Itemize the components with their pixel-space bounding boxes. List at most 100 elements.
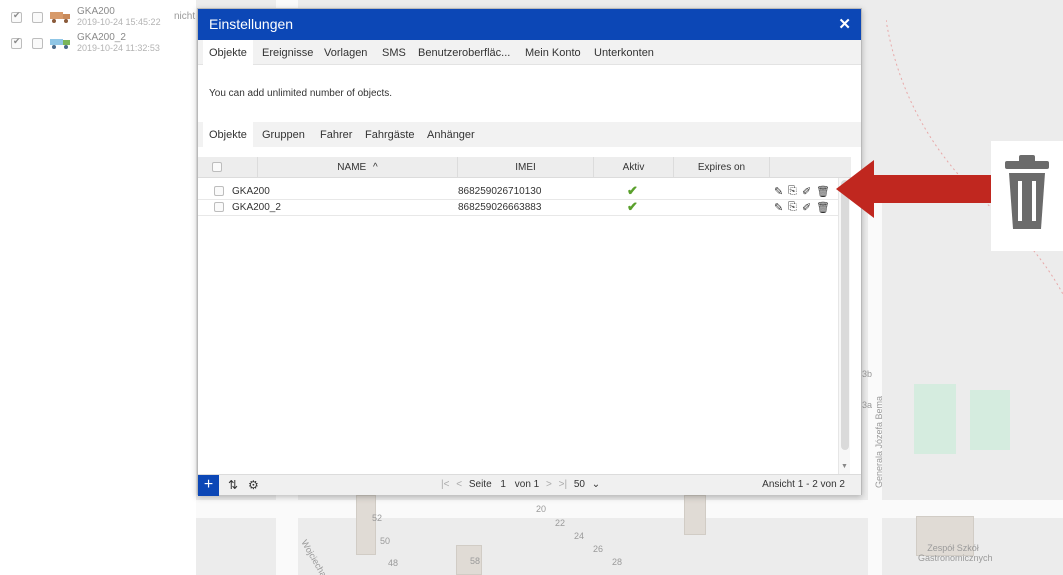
object-list-item[interactable]: GKA200 2019-10-24 15:45:22 <box>0 6 196 32</box>
last-page-icon[interactable]: >| <box>559 479 567 490</box>
scrollbar-thumb[interactable] <box>841 180 849 450</box>
tab-unterkonten[interactable]: Unterkonten <box>594 47 654 59</box>
select-checkbox[interactable] <box>32 12 43 23</box>
subtab-objekte[interactable]: Objekte <box>203 122 253 148</box>
duplicate-icon[interactable]: ⎘ <box>788 185 797 198</box>
main-tabs: Objekte Ereignisse Vorlagen SMS Benutzer… <box>198 40 861 66</box>
clear-icon[interactable]: ✐ <box>802 201 811 214</box>
map-house-number: 3a <box>862 400 873 410</box>
settings-dialog: Einstellungen ✕ Objekte Ereignisse Vorla… <box>197 8 862 496</box>
truck-icon <box>50 39 70 49</box>
subtab-anhaenger[interactable]: Anhänger <box>427 129 475 141</box>
tab-vorlagen[interactable]: Vorlagen <box>324 47 367 59</box>
map-house-number: 26 <box>593 544 604 554</box>
dialog-header[interactable]: Einstellungen ✕ <box>198 9 861 40</box>
row-name: GKA200 <box>232 186 270 197</box>
prev-page-icon[interactable]: < <box>456 479 462 490</box>
view-range-text: Ansicht 1 - 2 von 2 <box>762 479 845 490</box>
map-building <box>684 495 706 535</box>
column-header-aktiv[interactable]: Aktiv <box>594 157 674 178</box>
active-check-icon: ✔ <box>627 199 638 214</box>
map-house-number: 3b <box>862 369 873 379</box>
edit-icon[interactable]: ✎ <box>774 201 783 214</box>
row-checkbox[interactable] <box>214 202 224 212</box>
tab-ereignisse[interactable]: Ereignisse <box>262 47 313 59</box>
header-select-cell <box>198 157 258 178</box>
map-house-number: 22 <box>555 518 566 528</box>
next-page-icon[interactable]: > <box>546 479 552 490</box>
close-icon[interactable]: ✕ <box>838 15 851 33</box>
map-house-number: 50 <box>380 536 391 546</box>
annotation-arrow-icon <box>836 160 994 218</box>
map-house-number: 24 <box>574 531 585 541</box>
row-checkbox[interactable] <box>214 186 224 196</box>
dialog-footer: + ⇅ ⚙ |< < Seite 1 von 1 > >| 50 ⌄ Ansic… <box>198 474 861 496</box>
visibility-checkbox[interactable] <box>11 10 22 23</box>
object-timestamp: 2019-10-24 15:45:22 <box>77 17 161 27</box>
tab-sms[interactable]: SMS <box>382 47 406 59</box>
object-list: GKA200 2019-10-24 15:45:22 GKA200_2 2019… <box>0 0 196 100</box>
map-house-number: 52 <box>372 513 383 523</box>
subtab-gruppen[interactable]: Gruppen <box>262 129 305 141</box>
map-road <box>868 200 882 575</box>
table-row[interactable]: GKA200_2 868259026663883 ✔ ✎ ⎘ ✐ 🗑 <box>198 199 838 216</box>
page-input[interactable]: 1 <box>500 479 506 490</box>
map-house-number: 48 <box>388 558 399 568</box>
subtab-fahrgaeste[interactable]: Fahrgäste <box>365 129 415 141</box>
row-imei: 868259026710130 <box>458 186 542 197</box>
info-text: You can add unlimited number of objects. <box>209 88 393 99</box>
select-all-checkbox[interactable] <box>212 162 222 172</box>
map-building-label: Zespół Szkół Gastronomicznych <box>918 543 993 563</box>
chevron-down-icon[interactable]: ⌄ <box>592 479 600 490</box>
object-name: GKA200_2 <box>77 32 126 43</box>
map-street-label: Wojciecha G <box>299 538 334 575</box>
pager: |< < Seite 1 von 1 > >| 50 ⌄ <box>441 479 600 490</box>
column-header-imei[interactable]: IMEI <box>458 157 594 178</box>
scroll-down-icon[interactable]: ▼ <box>841 463 848 470</box>
tab-objekte[interactable]: Objekte <box>203 40 253 66</box>
map-house-number: 20 <box>536 504 547 514</box>
trash-icon[interactable]: 🗑 <box>816 201 830 214</box>
dialog-title: Einstellungen <box>209 16 294 32</box>
vertical-scrollbar[interactable]: ▼ <box>838 178 850 474</box>
add-object-button[interactable]: + <box>198 475 219 496</box>
tab-benutzeroberflaeche[interactable]: Benutzeroberfläc... <box>418 47 510 59</box>
map-house-number: 58 <box>470 556 481 566</box>
object-list-item[interactable]: GKA200_2 2019-10-24 11:32:53 <box>0 32 196 58</box>
tab-mein-konto[interactable]: Mein Konto <box>525 47 581 59</box>
page-of-text: von 1 <box>514 479 540 490</box>
trash-zoom-icon <box>991 141 1063 251</box>
sub-tabs: Objekte Gruppen Fahrer Fahrgäste Anhänge… <box>198 122 861 148</box>
trash-icon[interactable]: 🗑 <box>816 185 830 198</box>
column-header-name[interactable]: NAME ^ <box>258 157 458 178</box>
active-check-icon: ✔ <box>627 183 638 198</box>
settings-gear-icon[interactable]: ⚙ <box>248 478 259 492</box>
row-imei: 868259026663883 <box>458 202 542 213</box>
map-house-number: 28 <box>612 557 623 567</box>
object-status-text: nicht <box>174 11 196 22</box>
first-page-icon[interactable]: |< <box>441 479 449 490</box>
page-size-select[interactable]: 50 <box>574 479 585 490</box>
subtab-fahrer[interactable]: Fahrer <box>320 129 352 141</box>
map-park <box>970 390 1010 450</box>
truck-icon <box>50 12 70 23</box>
grid-header: NAME ^ IMEI Aktiv Expires on <box>198 157 851 178</box>
clear-icon[interactable]: ✐ <box>802 185 811 198</box>
select-checkbox[interactable] <box>32 38 43 49</box>
page-label: Seite <box>468 479 492 490</box>
table-row[interactable]: GKA200 868259026710130 ✔ ✎ ⎘ ✐ 🗑 <box>198 183 838 200</box>
sort-ascending-icon: ^ <box>372 162 378 173</box>
map-park <box>914 384 956 454</box>
object-name: GKA200 <box>77 6 115 17</box>
import-export-icon[interactable]: ⇅ <box>228 478 238 492</box>
map-street-label: Generala Józefa Bema <box>874 395 884 488</box>
row-name: GKA200_2 <box>232 202 281 213</box>
duplicate-icon[interactable]: ⎘ <box>788 201 797 214</box>
column-name-label: NAME <box>337 162 367 173</box>
object-timestamp: 2019-10-24 11:32:53 <box>77 43 160 53</box>
column-header-expires[interactable]: Expires on <box>674 157 770 178</box>
edit-icon[interactable]: ✎ <box>774 185 783 198</box>
map-building <box>356 495 376 555</box>
objects-grid: NAME ^ IMEI Aktiv Expires on GKA200 8682… <box>198 157 851 474</box>
visibility-checkbox[interactable] <box>11 36 22 49</box>
